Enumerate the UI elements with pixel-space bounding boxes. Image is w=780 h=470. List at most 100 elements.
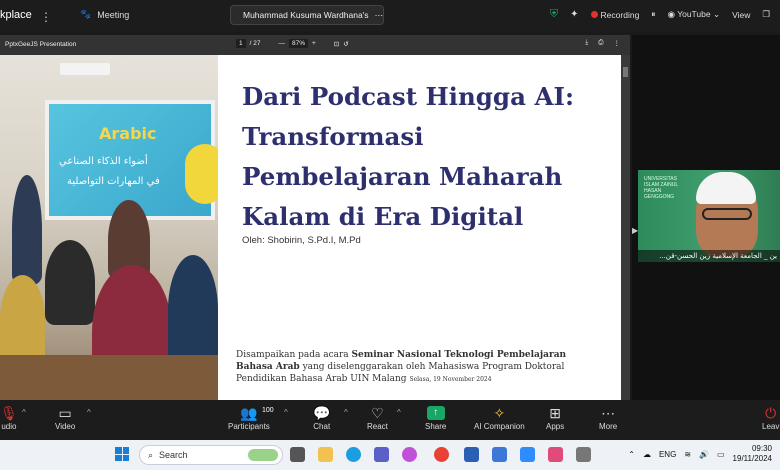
audio-options-chevron-icon[interactable]: ^ <box>22 408 26 417</box>
chat-button[interactable]: 💬 Chat <box>313 404 330 431</box>
edge-icon[interactable] <box>346 447 361 462</box>
react-options-chevron-icon[interactable]: ^ <box>397 408 401 417</box>
page-total: / 27 <box>249 40 261 47</box>
student-figure <box>168 255 218 365</box>
clock[interactable]: 09:30 19/11/2024 <box>733 444 772 464</box>
pdf-viewer: PptxGeeJS Presentation 1 / 27 — 87% + ⊡ … <box>0 35 630 400</box>
apps-button[interactable]: ⊞ Apps <box>546 404 564 431</box>
leave-icon: ⏻ <box>765 405 777 421</box>
copilot-icon[interactable] <box>402 447 417 462</box>
topbar-right: ⛨ ✦ Recording ⏸ ◉ YouTube ⌄ View ❐ <box>550 8 770 21</box>
pdf-toolbar: PptxGeeJS Presentation 1 / 27 — 87% + ⊡ … <box>0 35 630 55</box>
page-number-input[interactable]: 1 <box>236 39 246 48</box>
leave-button[interactable]: ⏻ Leav <box>762 404 779 431</box>
participant-cap <box>696 172 756 204</box>
desc-prefix: Disampaikan pada acara <box>236 350 352 360</box>
board-decoration <box>185 144 218 204</box>
taskbar-search[interactable]: ⌕ Search <box>139 445 283 465</box>
shield-icon[interactable]: ⛨ <box>550 8 558 21</box>
app-icon[interactable] <box>548 447 563 462</box>
react-label: React <box>367 422 388 431</box>
zoom-in-button[interactable]: + <box>312 40 316 47</box>
app-title: kplace <box>0 9 32 21</box>
clock-time: 09:30 <box>751 444 772 453</box>
zoom-level[interactable]: 87% <box>288 39 308 48</box>
youtube-button[interactable]: ◉ YouTube ⌄ <box>668 9 721 20</box>
heart-icon: ♡ <box>371 405 384 421</box>
more-options-icon[interactable]: ⋮ <box>40 10 52 24</box>
view-label: View <box>732 9 751 20</box>
system-tray: ⌃ ☁ ENG ≋ 🔊 ▭ 09:30 19/11/2024 <box>628 444 772 464</box>
windows-taskbar: ⌕ Search ⌃ ☁ ENG ≋ 🔊 ▭ 09:30 19/11/2024 <box>0 440 780 470</box>
participants-count: 100 <box>262 407 274 414</box>
cloud-icon[interactable]: ☁ <box>643 450 651 459</box>
classroom-photo: Arabic أضواء الذكاء الصناعي في المهارات … <box>0 55 218 400</box>
windows-start-icon[interactable] <box>115 447 129 461</box>
participants-options-chevron-icon[interactable]: ^ <box>284 408 288 417</box>
apps-label: Apps <box>546 422 565 431</box>
more-button[interactable]: ⋯ More <box>599 404 617 431</box>
more-options-icon[interactable]: ⋮ <box>614 39 621 47</box>
store-icon[interactable] <box>492 447 507 462</box>
host-pill[interactable]: Muhammad Kusuma Wardhana's ⋯ <box>230 5 384 25</box>
language-indicator[interactable]: ENG <box>659 450 676 459</box>
restore-window-icon[interactable]: ❐ <box>762 9 770 20</box>
student-figure <box>0 275 45 365</box>
pdf-scrollbar[interactable] <box>621 55 630 400</box>
people-icon: 👥 <box>240 405 258 421</box>
volume-icon[interactable]: 🔊 <box>699 450 709 459</box>
react-button[interactable]: ♡ React <box>367 404 388 431</box>
pdf-page-controls: 1 / 27 — 87% + ⊡ ↺ <box>236 39 349 48</box>
more-icon[interactable]: ⋯ <box>375 10 383 21</box>
paw-icon: 🐾 <box>80 9 92 19</box>
clock-date: 19/11/2024 <box>732 454 772 463</box>
pdf-file-name: PptxGeeJS Presentation <box>5 41 77 48</box>
livestream-icon: ◉ <box>667 9 675 19</box>
video-options-chevron-icon[interactable]: ^ <box>87 408 91 417</box>
chat-icon: 💬 <box>313 405 331 421</box>
record-icon <box>590 10 598 18</box>
pdf-tools: ⤓ ⎙ ⋮ <box>585 39 620 47</box>
board-title: Arabic <box>99 124 157 143</box>
slide-title: Dari Podcast Hingga AI: Transformasi Pem… <box>242 82 574 231</box>
scrollbar-thumb[interactable] <box>623 67 628 77</box>
microphone-muted-icon: 🎙 <box>0 405 18 421</box>
fit-page-icon[interactable]: ⊡ <box>334 40 339 48</box>
student-figure <box>45 240 95 325</box>
search-icon: ⌕ <box>148 449 154 460</box>
desc-date: Selasa, 19 November 2024 <box>409 376 492 383</box>
app-icon[interactable] <box>576 447 591 462</box>
share-icon: ↑ <box>426 406 445 420</box>
share-icon-wrap: ↑ <box>426 404 445 422</box>
more-icon: ⋯ <box>601 405 616 421</box>
zoom-out-button[interactable]: — <box>278 40 285 47</box>
file-explorer-icon[interactable] <box>318 447 333 462</box>
ai-companion-button[interactable]: ✧ AI Companion <box>474 404 525 431</box>
view-button[interactable]: View <box>732 10 750 20</box>
battery-icon[interactable]: ▭ <box>717 450 725 459</box>
chat-options-chevron-icon[interactable]: ^ <box>344 408 348 417</box>
teams-icon[interactable] <box>374 447 389 462</box>
chevron-up-icon[interactable]: ⌃ <box>628 450 635 459</box>
meeting-info-button[interactable]: 🐾 Meeting <box>80 9 129 20</box>
meeting-topbar: kplace ⋮ 🐾 Meeting Muhammad Kusuma Wardh… <box>0 0 780 32</box>
zoom-app-icon[interactable] <box>520 447 535 462</box>
chrome-icon[interactable] <box>434 447 449 462</box>
desk <box>0 355 218 400</box>
search-placeholder: Search <box>159 450 188 460</box>
video-button[interactable]: ▭ Video <box>55 404 75 431</box>
sparkle-icon[interactable]: ✦ <box>570 9 578 20</box>
pause-icon[interactable]: ⏸ <box>651 9 655 20</box>
rotate-icon[interactable]: ↺ <box>343 40 348 48</box>
print-icon[interactable]: ⎙ <box>598 39 603 47</box>
word-icon[interactable] <box>464 447 479 462</box>
more-label: More <box>599 422 618 431</box>
audio-button[interactable]: 🎙 udio <box>0 404 18 431</box>
task-view-icon[interactable] <box>290 447 305 462</box>
participant-video[interactable]: UNIVERSITAS ISLAM ZAINUL HASAN GENGGONG … <box>638 170 780 262</box>
share-button[interactable]: ↑ Share <box>425 404 446 431</box>
slide-description: Disampaikan pada acara Seminar Nasional … <box>236 349 596 386</box>
recording-indicator[interactable]: Recording <box>590 10 639 20</box>
download-icon[interactable]: ⤓ <box>585 39 588 47</box>
wifi-icon[interactable]: ≋ <box>684 450 691 459</box>
